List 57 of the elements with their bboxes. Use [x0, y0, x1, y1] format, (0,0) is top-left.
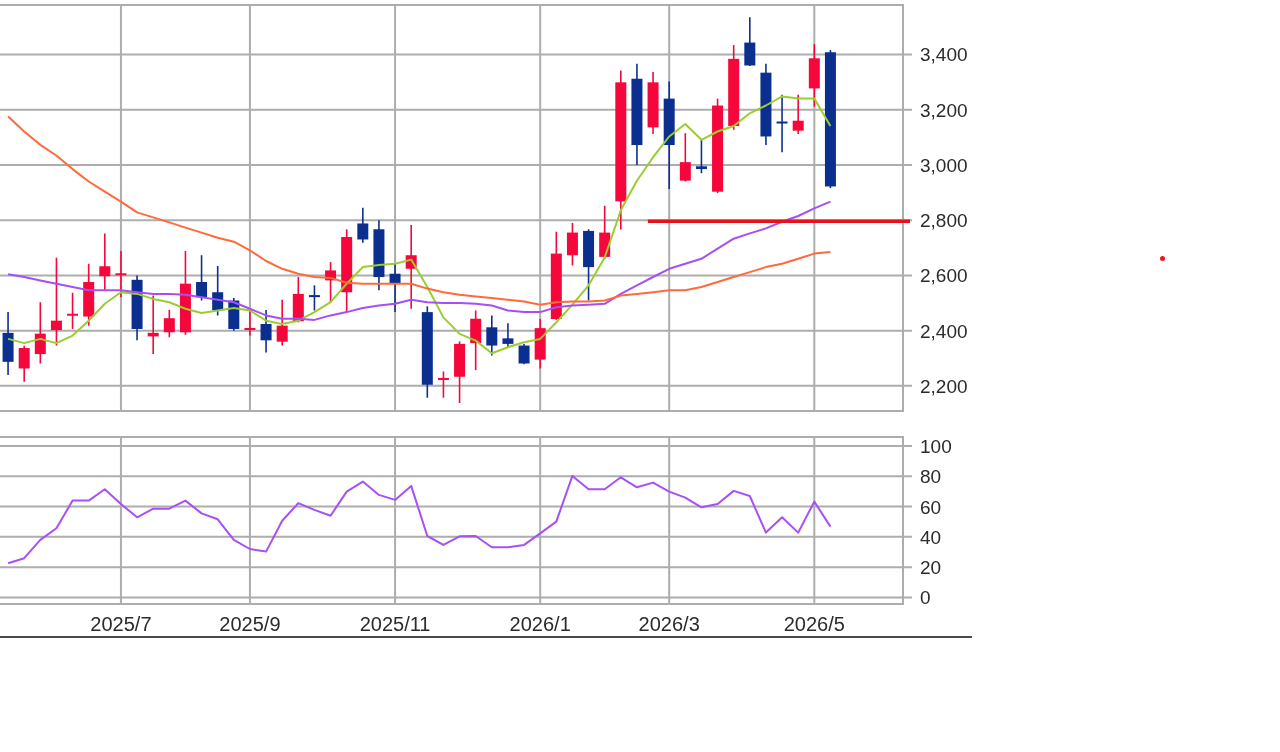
indicator-axis-label: 60: [920, 496, 942, 518]
candlestick: [566, 222, 578, 267]
indicator-axis-label: 100: [920, 435, 952, 457]
candlestick: [518, 343, 530, 366]
candlestick: [389, 263, 401, 313]
candlestick: [744, 16, 756, 67]
price-axis-label: 3,200: [920, 99, 968, 121]
candlestick: [260, 309, 272, 354]
candlestick: [776, 93, 788, 153]
price-axis-label: 2,600: [920, 265, 968, 287]
candlestick: [292, 276, 304, 324]
candlestick: [67, 292, 79, 330]
date-axis-label: 2026/3: [638, 613, 700, 635]
candlestick: [647, 71, 659, 135]
candlestick: [276, 298, 288, 347]
candlestick: [470, 309, 482, 371]
candlestick: [357, 206, 369, 244]
indicator-axis-label: 40: [920, 526, 942, 548]
candlestick: [34, 301, 46, 365]
date-axis-label: 2025/9: [219, 613, 281, 635]
candlestick: [115, 250, 127, 298]
candlestick: [99, 232, 111, 292]
candlestick: [163, 309, 175, 339]
candlestick: [325, 261, 337, 303]
candlestick: [599, 205, 611, 260]
candlestick: [679, 132, 691, 183]
candlestick: [18, 345, 30, 383]
candlestick: [534, 318, 546, 370]
candlestick: [212, 265, 224, 317]
candlestick: [228, 297, 240, 332]
date-axis-label: 2026/5: [783, 613, 845, 635]
candlestick: [131, 274, 143, 342]
dot-icon: [1160, 256, 1165, 262]
date-axis-label: 2025/7: [90, 613, 152, 635]
price-axis-label: 2,400: [920, 320, 968, 342]
candlestick: [502, 322, 514, 349]
price-axis-label: 2,200: [920, 375, 968, 397]
candlestick: [792, 93, 804, 135]
candlestick: [244, 309, 256, 337]
date-axis-label: 2026/1: [509, 613, 571, 635]
indicator-axis-label: 80: [920, 466, 942, 488]
candlestick: [308, 284, 320, 312]
price-axis-label: 2,800: [920, 210, 968, 232]
candlestick: [83, 263, 95, 327]
candlestick: [808, 43, 820, 108]
price-axis-label: 3,000: [920, 154, 968, 176]
candlestick: [695, 139, 707, 174]
candlestick: [2, 311, 14, 376]
indicator-axis-label: 20: [920, 557, 942, 579]
date-axis-label: 2025/11: [359, 613, 431, 635]
candlestick: [486, 314, 498, 357]
candlestick: [147, 294, 159, 355]
price-axis-label: 3,400: [920, 44, 968, 66]
indicator-axis-label: 0: [920, 587, 931, 609]
candlestick: [196, 254, 208, 302]
candlestick: [437, 370, 449, 399]
candlestick: [454, 340, 466, 404]
